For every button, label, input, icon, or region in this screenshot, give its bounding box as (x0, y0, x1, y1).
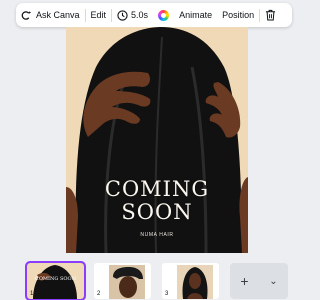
context-toolbar: Ask Canva Edit 5.0s Animate Position (16, 3, 292, 27)
brand-name: NUMA HAIR (140, 232, 174, 238)
ask-canva-label: Ask Canva (36, 10, 80, 20)
page-thumbnail-1[interactable]: COMING SOON 1 (25, 261, 86, 300)
edit-button[interactable]: Edit (86, 3, 112, 27)
delete-button[interactable] (260, 3, 281, 27)
headline-line-1: COMING (104, 177, 210, 201)
animate-label: Animate (179, 10, 213, 20)
add-page-group: + ⌄ (230, 263, 288, 299)
duration-button[interactable]: 5.0s (112, 3, 153, 27)
page-1-title: COMING SOON (35, 276, 76, 282)
position-button[interactable]: Position (217, 3, 259, 27)
color-button[interactable] (153, 3, 174, 27)
clock-icon (117, 9, 128, 21)
page-number-3: 3 (165, 291, 169, 297)
duration-value: 5.0s (131, 10, 149, 20)
page-3-preview (177, 265, 213, 299)
color-wheel-icon (158, 9, 170, 21)
animate-button[interactable]: Animate (174, 3, 217, 27)
trash-icon (266, 9, 276, 21)
edit-label: Edit (90, 10, 107, 20)
page-filmstrip: COMING SOON 1 2 3 + ⌄ (0, 258, 300, 300)
page-thumbnail-2[interactable]: 2 (94, 263, 151, 299)
page-number-2: 2 (97, 291, 101, 297)
ask-canva-button[interactable]: Ask Canva (16, 3, 85, 27)
page-number-1: 1 (30, 291, 34, 297)
page-thumbnail-3[interactable]: 3 (162, 263, 219, 299)
headline-line-2: SOON (121, 200, 193, 224)
magic-c-icon (21, 10, 32, 20)
page-2-preview (109, 265, 145, 299)
add-page-button[interactable]: + (240, 273, 248, 289)
design-canvas[interactable]: COMING SOON NUMA HAIR (66, 27, 248, 253)
chevron-down-icon[interactable]: ⌄ (269, 276, 277, 287)
position-label: Position (222, 10, 255, 20)
